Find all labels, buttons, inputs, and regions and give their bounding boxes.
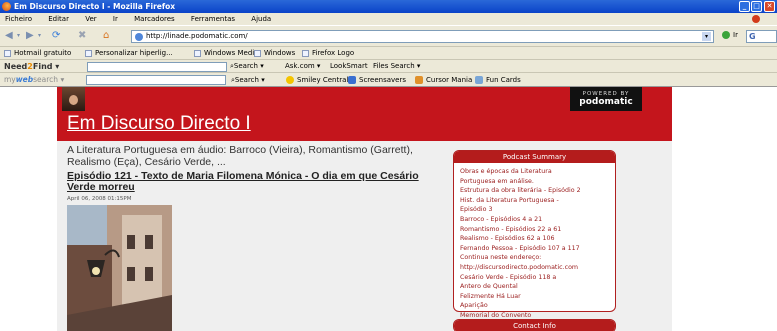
summary-line: Antero de Quental	[460, 283, 518, 291]
post-date: April 06, 2008 01:15PM	[67, 196, 132, 202]
menu-editar[interactable]: Editar	[48, 15, 69, 23]
summary-line: Realismo - Episódios 62 a 106	[460, 235, 555, 243]
menu-ficheiro[interactable]: Ficheiro	[5, 15, 32, 23]
podomatic-badge[interactable]: POWERED BY podomatic	[570, 87, 642, 111]
summary-line: Estrutura da obra literária - Episódio 2	[460, 187, 581, 195]
mywebsearch-logo[interactable]: mywebsearch ▾	[4, 73, 64, 87]
menu-marcadores[interactable]: Marcadores	[134, 15, 175, 23]
go-label: Ir	[733, 31, 738, 39]
menu-ir[interactable]: Ir	[113, 15, 118, 23]
mywebsearch-toolbar: mywebsearch ▾ ⌕Search ▾ Smiley Central S…	[0, 72, 777, 86]
back-dropdown-icon[interactable]: ▾	[17, 29, 20, 43]
summary-line: Episódio 3	[460, 206, 493, 214]
go-button[interactable]: Ir	[722, 31, 738, 39]
mywebsearch-search-button[interactable]: ⌕Search ▾	[231, 73, 265, 87]
screensaver-icon	[348, 76, 356, 84]
url-dropdown-icon[interactable]: ▾	[702, 32, 711, 41]
stop-icon[interactable]: ✖	[78, 29, 86, 43]
address-bar[interactable]: http://linade.podomatic.com/ ▾	[131, 30, 714, 43]
minimize-button[interactable]: _	[739, 1, 750, 12]
summary-line: Obras e épocas da Literatura	[460, 168, 552, 175]
bookmark-icon	[85, 49, 92, 57]
site-icon	[135, 33, 143, 41]
avatar-face	[69, 95, 78, 105]
forward-arrow-icon[interactable]: ▶	[26, 29, 34, 43]
avatar[interactable]	[62, 87, 85, 111]
menu-ferramentas[interactable]: Ferramentas	[191, 15, 235, 23]
navigation-toolbar: ◀ ▾ ▶ ▾ ⟳ ✖ ⌂ http://linade.podomatic.co…	[0, 25, 777, 45]
summary-line: Barroco - Episódios 4 a 21	[460, 215, 543, 223]
reload-icon[interactable]: ⟳	[52, 29, 60, 43]
summary-line: Portuguesa em análise.	[460, 177, 534, 185]
window-title: Em Discurso Directo I - Mozilla Firefox	[14, 2, 176, 11]
menu-ver[interactable]: Ver	[85, 15, 96, 23]
summary-line: Cesário Verde - Episódio 118 a	[460, 273, 557, 281]
forward-dropdown-icon[interactable]: ▾	[38, 29, 41, 43]
menu-ajuda[interactable]: Ajuda	[251, 15, 271, 23]
summary-line: Continua neste endereço:	[460, 254, 542, 262]
mywebsearch-input[interactable]	[86, 75, 226, 85]
summary-list: Obras e épocas da Literatura Portuguesa …	[454, 163, 615, 325]
summary-line: Fernando Pessoa - Episódio 107 a 117	[460, 244, 580, 252]
podcast-summary-title: Podcast Summary	[454, 151, 615, 163]
site-tagline: A Literatura Portuguesa em áudio: Barroc…	[67, 144, 413, 168]
smiley-central-button[interactable]: Smiley Central	[286, 73, 348, 87]
back-arrow-icon[interactable]: ◀	[5, 29, 13, 43]
contact-info-panel: Contact Info	[453, 319, 616, 331]
maximize-button[interactable]: □	[751, 1, 762, 12]
firefox-window: Em Discurso Directo I - Mozilla Firefox …	[0, 0, 777, 331]
bookmark-icon	[194, 49, 201, 57]
home-icon[interactable]: ⌂	[103, 29, 109, 43]
google-icon: G	[749, 32, 756, 41]
cursor-icon	[415, 76, 423, 84]
page-content: POWERED BY podomatic Em Discurso Directo…	[0, 86, 777, 331]
search-bar[interactable]: G	[746, 30, 777, 43]
bookmark-icon	[254, 49, 261, 57]
needtofind-toolbar: Need2Find ▾ ⌕Search ▾ Ask.com ▾ LookSmar…	[0, 59, 777, 72]
bookmarks-toolbar: Hotmail gratuito Personalizar hiperlig..…	[0, 46, 777, 59]
summary-line: Aparição	[460, 302, 488, 310]
smiley-icon	[286, 76, 294, 84]
close-button[interactable]: ✕	[764, 1, 775, 12]
address-url: http://linade.podomatic.com/	[146, 32, 248, 40]
card-icon	[475, 76, 483, 84]
podomatic-logo: podomatic	[579, 97, 633, 107]
screensavers-button[interactable]: Screensavers	[348, 73, 406, 87]
bookmark-icon	[4, 49, 11, 57]
menu-bar: Ficheiro Editar Ver Ir Marcadores Ferram…	[0, 13, 777, 25]
go-icon	[722, 31, 730, 39]
cursor-mania-button[interactable]: Cursor Mania	[415, 73, 472, 87]
summary-link[interactable]: http://discursodirecto.podomatic.com	[460, 263, 609, 273]
summary-line: Felizmente Há Luar	[460, 292, 521, 300]
post-title-link[interactable]: Episódio 121 - Texto de Maria Filomena M…	[67, 171, 447, 193]
summary-line: Romantismo - Episódios 22 a 61	[460, 225, 562, 233]
title-bar: Em Discurso Directo I - Mozilla Firefox …	[0, 0, 777, 13]
summary-line: Hist. da Literatura Portuguesa -	[460, 196, 559, 204]
firefox-icon	[2, 2, 11, 11]
throbber-icon	[752, 15, 760, 23]
site-title-link[interactable]: Em Discurso Directo I	[67, 113, 251, 135]
needtofind-search-input[interactable]	[87, 62, 227, 72]
podcast-summary-panel: Podcast Summary Obras e épocas da Litera…	[453, 150, 616, 319]
post-photo[interactable]	[67, 205, 172, 331]
fun-cards-button[interactable]: Fun Cards	[475, 73, 521, 87]
contact-info-title: Contact Info	[454, 320, 615, 331]
bookmark-icon	[302, 49, 309, 57]
